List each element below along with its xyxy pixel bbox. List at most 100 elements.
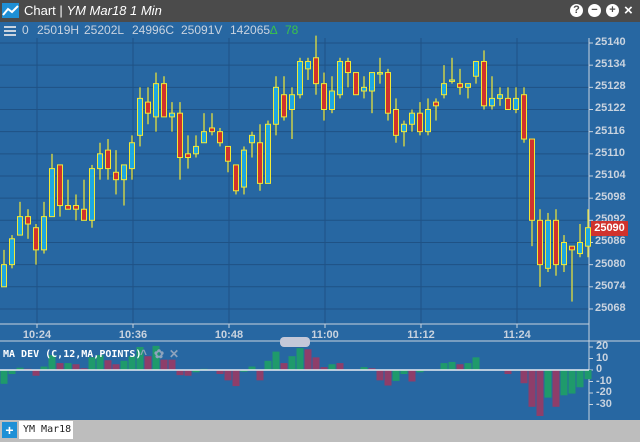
histogram-bar — [72, 364, 80, 370]
settings-gear-icon[interactable]: ✿ — [154, 347, 164, 361]
price-label: 25086 — [595, 235, 626, 248]
price-label: 25074 — [595, 279, 626, 292]
histogram-bar — [288, 356, 296, 370]
candle-body — [545, 219, 551, 269]
histogram-bar — [304, 349, 312, 370]
candle-body — [185, 153, 191, 159]
candle-body — [537, 219, 543, 266]
time-label: 10:48 — [214, 329, 244, 341]
histogram-bar — [520, 370, 528, 384]
histogram-bar — [184, 370, 192, 376]
candle-body — [265, 123, 271, 184]
candle-body — [529, 138, 535, 221]
candle-body — [233, 164, 239, 192]
candle-body — [241, 149, 247, 188]
price-label: 25122 — [595, 102, 626, 115]
last-value: 142065 — [230, 23, 271, 37]
candle-body — [249, 134, 255, 144]
candle-body — [449, 79, 455, 82]
candle-body — [209, 127, 215, 133]
time-label: 11:12 — [407, 329, 435, 341]
close-value: 24996C — [132, 23, 175, 37]
candle-body — [481, 60, 487, 107]
histogram-bar — [168, 359, 176, 370]
histogram-bar — [560, 370, 568, 396]
histogram-bar — [392, 370, 400, 381]
histogram-bar — [312, 357, 320, 370]
candle-body — [41, 216, 47, 251]
price-label: 25068 — [595, 301, 626, 314]
histogram-bar — [160, 359, 168, 370]
candle-body — [457, 83, 463, 88]
candle-body — [513, 97, 519, 110]
delta-up-icon: ∆ — [270, 23, 278, 37]
tab-ym-mar18[interactable]: YM Mar18 — [19, 421, 73, 439]
indicator-title: MA DEV (C,12,MA,POINTS) — [3, 349, 142, 360]
candle-body — [561, 241, 567, 266]
candle-body — [441, 83, 447, 96]
candle-body — [177, 112, 183, 159]
candle-body — [225, 145, 231, 162]
candle-body — [361, 86, 367, 92]
candle-body — [49, 168, 55, 218]
indicator-label: 20 — [596, 340, 609, 352]
candle-body — [385, 72, 391, 114]
time-label: 10:36 — [118, 329, 148, 341]
candle-body — [401, 123, 407, 133]
pane-resize-handle[interactable] — [280, 337, 310, 347]
collapse-icon[interactable]: ^ — [140, 347, 147, 361]
add-tab-button[interactable]: + — [2, 422, 17, 438]
histogram-bar — [296, 348, 304, 370]
histogram-bar — [568, 370, 576, 394]
candle-body — [1, 264, 7, 288]
price-label: 25134 — [595, 58, 626, 71]
candle-body — [313, 57, 319, 85]
volume-value: 25091V — [181, 23, 223, 37]
price-label: 25116 — [595, 124, 625, 137]
candle-body — [369, 72, 375, 92]
histogram-bar — [280, 363, 288, 370]
histogram-bar — [56, 363, 64, 370]
histogram-bar — [176, 370, 184, 376]
histogram-bar — [528, 370, 536, 407]
candle-body — [345, 60, 351, 74]
last-price-label: 25090 — [591, 221, 628, 236]
histogram-bar — [32, 370, 40, 376]
histogram-bar — [440, 363, 448, 370]
histogram-bar — [376, 370, 384, 381]
high-value: 25019H — [37, 23, 80, 37]
candle-body — [169, 112, 175, 118]
histogram-bar — [120, 360, 128, 370]
histogram-bar — [112, 364, 120, 370]
histogram-bar — [456, 364, 464, 370]
candle-body — [153, 83, 159, 118]
candle-body — [417, 112, 423, 133]
candle-body — [81, 208, 87, 221]
open-value: 0 — [22, 23, 29, 37]
remove-indicator-icon[interactable]: ✕ — [169, 347, 179, 361]
low-value: 25202L — [84, 23, 125, 37]
candle-body — [105, 149, 111, 170]
candle-body — [137, 97, 143, 136]
candle-body — [89, 168, 95, 221]
histogram-bar — [104, 360, 112, 370]
histogram-bar — [384, 370, 392, 386]
candle-body — [33, 227, 39, 251]
candle-body — [65, 205, 71, 210]
histogram-bar — [464, 363, 472, 370]
histogram-bar — [0, 370, 8, 384]
candle-body — [409, 112, 415, 125]
candle-body — [257, 142, 263, 184]
histogram-bar — [232, 370, 240, 387]
histogram-bar — [584, 370, 592, 380]
menu-icon[interactable] — [4, 26, 16, 36]
histogram-bar — [544, 370, 552, 398]
candle-body — [289, 94, 295, 110]
candle-body — [465, 83, 471, 88]
time-label: 11:24 — [503, 329, 531, 341]
candle-body — [97, 153, 103, 170]
histogram-bar — [448, 361, 456, 370]
candle-body — [25, 216, 31, 225]
price-label: 25128 — [595, 80, 626, 93]
price-label: 25080 — [595, 257, 626, 270]
